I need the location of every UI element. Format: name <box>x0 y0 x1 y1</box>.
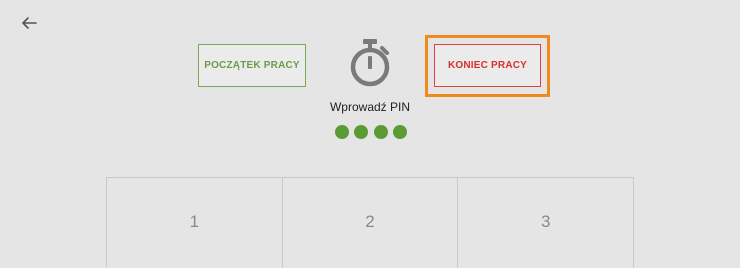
stopwatch-icon <box>350 39 390 87</box>
pin-indicator <box>335 125 407 139</box>
end-work-button[interactable]: KONIEC PRACY <box>434 44 541 87</box>
keypad-key-2[interactable]: 2 <box>283 178 459 268</box>
pin-label: Wprowadź PIN <box>329 100 411 114</box>
arrow-left-icon <box>22 17 37 29</box>
back-button[interactable] <box>18 12 40 34</box>
pin-dot <box>373 125 388 139</box>
keypad-key-3[interactable]: 3 <box>458 178 635 268</box>
keypad-key-1[interactable]: 1 <box>107 178 283 268</box>
start-work-button[interactable]: POCZĄTEK PRACY <box>198 44 306 87</box>
pin-keypad: 1 2 3 <box>106 177 635 268</box>
pin-dot <box>354 125 369 139</box>
pin-dot <box>335 125 349 139</box>
pin-dot <box>392 125 407 139</box>
